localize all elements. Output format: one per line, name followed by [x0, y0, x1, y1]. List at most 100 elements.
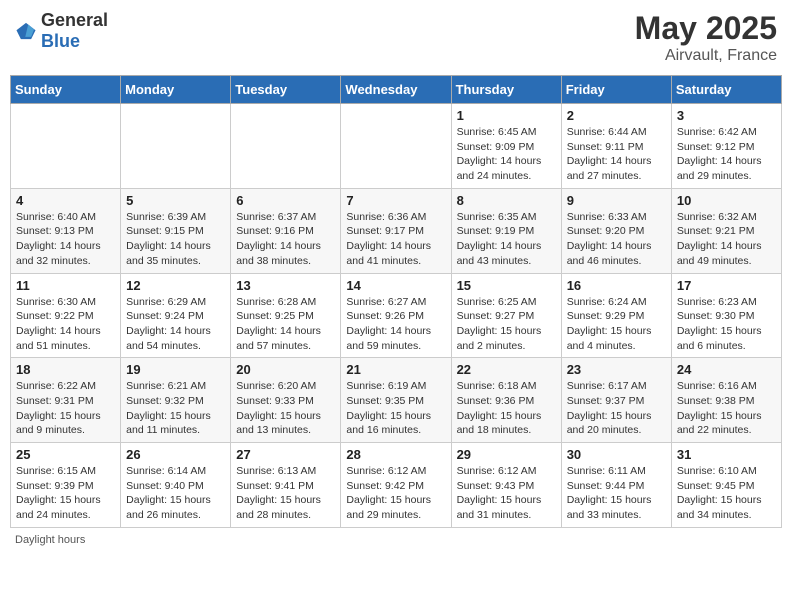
- day-info: Sunrise: 6:20 AMSunset: 9:33 PMDaylight:…: [236, 379, 335, 438]
- day-info: Sunrise: 6:28 AMSunset: 9:25 PMDaylight:…: [236, 295, 335, 354]
- logo-icon: [15, 20, 37, 42]
- calendar-body: 1Sunrise: 6:45 AMSunset: 9:09 PMDaylight…: [11, 104, 782, 528]
- day-number: 5: [126, 193, 225, 208]
- day-number: 14: [346, 278, 445, 293]
- day-info: Sunrise: 6:10 AMSunset: 9:45 PMDaylight:…: [677, 464, 776, 523]
- calendar-day-cell: 27 Sunrise: 6:13 AMSunset: 9:41 PMDayligh…: [231, 443, 341, 528]
- calendar-day-cell: 13Sunrise: 6:28 AMSunset: 9:25 PMDayligh…: [231, 273, 341, 358]
- weekday-header: Thursday: [451, 76, 561, 104]
- day-info: Sunrise: 6:12 AMSunset: 9:42 PMDaylight:…: [346, 464, 445, 523]
- day-number: 26: [126, 447, 225, 462]
- weekday-header: Tuesday: [231, 76, 341, 104]
- day-number: 4: [16, 193, 115, 208]
- day-info: Sunrise: 6:32 AMSunset: 9:21 PMDaylight:…: [677, 210, 776, 269]
- calendar-day-cell: 1Sunrise: 6:45 AMSunset: 9:09 PMDaylight…: [451, 104, 561, 189]
- calendar-day-cell: 24 Sunrise: 6:16 AMSunset: 9:38 PMDayligh…: [671, 358, 781, 443]
- calendar-day-cell: 10 Sunrise: 6:32 AMSunset: 9:21 PMDayligh…: [671, 188, 781, 273]
- day-number: 23: [567, 362, 666, 377]
- calendar-day-cell: 31 Sunrise: 6:10 AMSunset: 9:45 PMDayligh…: [671, 443, 781, 528]
- calendar-day-cell: [11, 104, 121, 189]
- calendar-day-cell: 8 Sunrise: 6:35 AMSunset: 9:19 PMDaylight…: [451, 188, 561, 273]
- calendar-week-row: 11 Sunrise: 6:30 AMSunset: 9:22 PMDayligh…: [11, 273, 782, 358]
- month-year: May 2025: [635, 10, 777, 47]
- day-number: 24: [677, 362, 776, 377]
- calendar-table: SundayMondayTuesdayWednesdayThursdayFrid…: [10, 75, 782, 528]
- calendar-day-cell: [231, 104, 341, 189]
- calendar-day-cell: 30Sunrise: 6:11 AMSunset: 9:44 PMDayligh…: [561, 443, 671, 528]
- logo-text: General Blue: [41, 10, 108, 52]
- calendar-day-cell: [121, 104, 231, 189]
- day-info: Sunrise: 6:35 AMSunset: 9:19 PMDaylight:…: [457, 210, 556, 269]
- weekday-header: Friday: [561, 76, 671, 104]
- day-info: Sunrise: 6:15 AMSunset: 9:39 PMDaylight:…: [16, 464, 115, 523]
- logo-blue: Blue: [41, 31, 80, 51]
- day-info: Sunrise: 6:16 AMSunset: 9:38 PMDaylight:…: [677, 379, 776, 438]
- calendar-day-cell: 7Sunrise: 6:36 AMSunset: 9:17 PMDaylight…: [341, 188, 451, 273]
- calendar-day-cell: 15Sunrise: 6:25 AMSunset: 9:27 PMDayligh…: [451, 273, 561, 358]
- logo: General Blue: [15, 10, 108, 52]
- day-number: 2: [567, 108, 666, 123]
- calendar-day-cell: 28 Sunrise: 6:12 AMSunset: 9:42 PMDayligh…: [341, 443, 451, 528]
- logo-general: General: [41, 10, 108, 30]
- day-info: Sunrise: 6:42 AMSunset: 9:12 PMDaylight:…: [677, 125, 776, 184]
- day-number: 6: [236, 193, 335, 208]
- calendar-day-cell: 5 Sunrise: 6:39 AMSunset: 9:15 PMDaylight…: [121, 188, 231, 273]
- day-info: Sunrise: 6:23 AMSunset: 9:30 PMDaylight:…: [677, 295, 776, 354]
- day-info: Sunrise: 6:14 AMSunset: 9:40 PMDaylight:…: [126, 464, 225, 523]
- day-number: 11: [16, 278, 115, 293]
- day-info: Sunrise: 6:18 AMSunset: 9:36 PMDaylight:…: [457, 379, 556, 438]
- day-info: Sunrise: 6:13 AMSunset: 9:41 PMDaylight:…: [236, 464, 335, 523]
- day-number: 28: [346, 447, 445, 462]
- weekday-header: Monday: [121, 76, 231, 104]
- calendar-week-row: 4 Sunrise: 6:40 AMSunset: 9:13 PMDaylight…: [11, 188, 782, 273]
- weekday-header: Wednesday: [341, 76, 451, 104]
- weekday-header: Saturday: [671, 76, 781, 104]
- day-number: 1: [457, 108, 556, 123]
- calendar-day-cell: 16Sunrise: 6:24 AMSunset: 9:29 PMDayligh…: [561, 273, 671, 358]
- calendar-day-cell: 25 Sunrise: 6:15 AMSunset: 9:39 PMDayligh…: [11, 443, 121, 528]
- day-number: 18: [16, 362, 115, 377]
- day-number: 31: [677, 447, 776, 462]
- day-number: 10: [677, 193, 776, 208]
- calendar-day-cell: 23Sunrise: 6:17 AMSunset: 9:37 PMDayligh…: [561, 358, 671, 443]
- day-number: 21: [346, 362, 445, 377]
- calendar-day-cell: [341, 104, 451, 189]
- weekday-header: Sunday: [11, 76, 121, 104]
- day-info: Sunrise: 6:27 AMSunset: 9:26 PMDaylight:…: [346, 295, 445, 354]
- day-info: Sunrise: 6:12 AMSunset: 9:43 PMDaylight:…: [457, 464, 556, 523]
- day-number: 27: [236, 447, 335, 462]
- day-info: Sunrise: 6:39 AMSunset: 9:15 PMDaylight:…: [126, 210, 225, 269]
- calendar-day-cell: 17 Sunrise: 6:23 AMSunset: 9:30 PMDayligh…: [671, 273, 781, 358]
- day-number: 8: [457, 193, 556, 208]
- day-number: 25: [16, 447, 115, 462]
- day-info: Sunrise: 6:40 AMSunset: 9:13 PMDaylight:…: [16, 210, 115, 269]
- day-info: Sunrise: 6:24 AMSunset: 9:29 PMDaylight:…: [567, 295, 666, 354]
- calendar-day-cell: 26 Sunrise: 6:14 AMSunset: 9:40 PMDayligh…: [121, 443, 231, 528]
- day-number: 7: [346, 193, 445, 208]
- day-info: Sunrise: 6:29 AMSunset: 9:24 PMDaylight:…: [126, 295, 225, 354]
- day-info: Sunrise: 6:44 AMSunset: 9:11 PMDaylight:…: [567, 125, 666, 184]
- calendar-day-cell: 29 Sunrise: 6:12 AMSunset: 9:43 PMDayligh…: [451, 443, 561, 528]
- calendar-day-cell: 9Sunrise: 6:33 AMSunset: 9:20 PMDaylight…: [561, 188, 671, 273]
- day-number: 20: [236, 362, 335, 377]
- day-number: 17: [677, 278, 776, 293]
- day-number: 30: [567, 447, 666, 462]
- day-number: 29: [457, 447, 556, 462]
- calendar-day-cell: 11 Sunrise: 6:30 AMSunset: 9:22 PMDayligh…: [11, 273, 121, 358]
- page-header: General Blue May 2025 Airvault, France: [10, 10, 782, 65]
- calendar-day-cell: 3 Sunrise: 6:42 AMSunset: 9:12 PMDaylight…: [671, 104, 781, 189]
- calendar-week-row: 25 Sunrise: 6:15 AMSunset: 9:39 PMDayligh…: [11, 443, 782, 528]
- day-info: Sunrise: 6:30 AMSunset: 9:22 PMDaylight:…: [16, 295, 115, 354]
- day-number: 3: [677, 108, 776, 123]
- day-info: Sunrise: 6:21 AMSunset: 9:32 PMDaylight:…: [126, 379, 225, 438]
- calendar-day-cell: 19Sunrise: 6:21 AMSunset: 9:32 PMDayligh…: [121, 358, 231, 443]
- day-number: 15: [457, 278, 556, 293]
- calendar-day-cell: 6Sunrise: 6:37 AMSunset: 9:16 PMDaylight…: [231, 188, 341, 273]
- title-block: May 2025 Airvault, France: [635, 10, 777, 65]
- calendar-day-cell: 20 Sunrise: 6:20 AMSunset: 9:33 PMDayligh…: [231, 358, 341, 443]
- calendar-day-cell: 14 Sunrise: 6:27 AMSunset: 9:26 PMDayligh…: [341, 273, 451, 358]
- calendar-week-row: 1Sunrise: 6:45 AMSunset: 9:09 PMDaylight…: [11, 104, 782, 189]
- location: Airvault, France: [635, 47, 777, 65]
- day-number: 9: [567, 193, 666, 208]
- calendar-day-cell: 4 Sunrise: 6:40 AMSunset: 9:13 PMDaylight…: [11, 188, 121, 273]
